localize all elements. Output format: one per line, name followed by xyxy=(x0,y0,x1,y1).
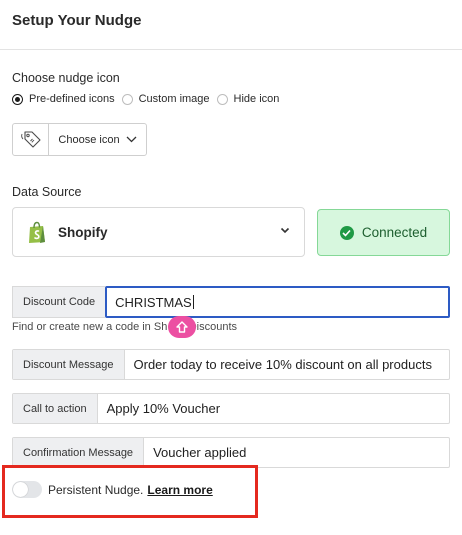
radio-label: Custom image xyxy=(138,93,210,105)
persistent-nudge-toggle[interactable] xyxy=(12,481,42,498)
connection-status-text: Connected xyxy=(361,225,428,240)
learn-more-link[interactable]: Learn more xyxy=(147,483,212,497)
panel-header: Setup Your Nudge xyxy=(0,0,462,50)
chevron-down-icon xyxy=(126,136,137,143)
confirmation-message-label: Confirmation Message xyxy=(13,438,145,467)
data-source-select[interactable]: Shopify xyxy=(12,207,305,257)
text-caret xyxy=(192,295,194,309)
persistent-nudge-row: Persistent Nudge. Learn more xyxy=(12,481,213,498)
data-source-label: Data Source xyxy=(12,185,82,199)
connection-status-badge: Connected xyxy=(317,209,450,256)
discount-code-helper: Find or create new a code in Sh Discount… xyxy=(12,321,237,333)
helper-text-start: Find or create new a code in Sh xyxy=(12,321,168,333)
radio-hide-icon[interactable]: Hide icon xyxy=(216,93,280,105)
radio-button[interactable] xyxy=(121,93,133,105)
icon-section-label: Choose nudge icon xyxy=(12,71,120,85)
persistent-nudge-label: Persistent Nudge. xyxy=(48,482,144,497)
icon-preview[interactable] xyxy=(13,124,49,155)
call-to-action-label: Call to action xyxy=(13,394,98,423)
check-circle-icon xyxy=(339,225,354,240)
discount-code-field: Discount Code CHRISTMAS xyxy=(12,286,450,318)
call-to-action-field: Call to action Apply 10% Voucher xyxy=(12,393,450,424)
confirmation-message-field: Confirmation Message Voucher applied xyxy=(12,437,450,468)
discount-code-label: Discount Code xyxy=(12,286,106,318)
page-title: Setup Your Nudge xyxy=(12,12,142,29)
radio-button[interactable] xyxy=(216,93,228,105)
radio-predefined-icons[interactable]: Pre-defined icons xyxy=(12,93,115,105)
choose-icon-label: Choose icon xyxy=(58,133,120,146)
radio-button[interactable] xyxy=(12,93,23,105)
data-source-value: Shopify xyxy=(58,224,108,240)
cursor-pointer-icon xyxy=(168,316,196,338)
discount-message-field: Discount Message Order today to receive … xyxy=(12,349,450,380)
choose-icon-button[interactable]: Choose icon xyxy=(49,124,146,155)
discount-code-input[interactable]: CHRISTMAS xyxy=(105,286,450,318)
price-tag-icon xyxy=(20,130,41,148)
toggle-knob xyxy=(13,482,28,497)
discount-code-value: CHRISTMAS xyxy=(115,294,192,310)
radio-custom-image[interactable]: Custom image xyxy=(121,93,210,105)
radio-label: Hide icon xyxy=(233,93,280,105)
discount-message-label: Discount Message xyxy=(13,350,125,379)
icon-picker: Choose icon xyxy=(12,123,147,156)
call-to-action-input[interactable]: Apply 10% Voucher xyxy=(98,394,449,423)
confirmation-message-input[interactable]: Voucher applied xyxy=(144,438,449,467)
discount-message-input[interactable]: Order today to receive 10% discount on a… xyxy=(125,350,450,379)
icon-type-radio-group: Pre-defined icons Custom image Hide icon xyxy=(12,93,286,105)
shopify-bag-icon xyxy=(29,221,45,243)
chevron-down-icon xyxy=(280,227,290,234)
radio-label: Pre-defined icons xyxy=(29,93,115,105)
